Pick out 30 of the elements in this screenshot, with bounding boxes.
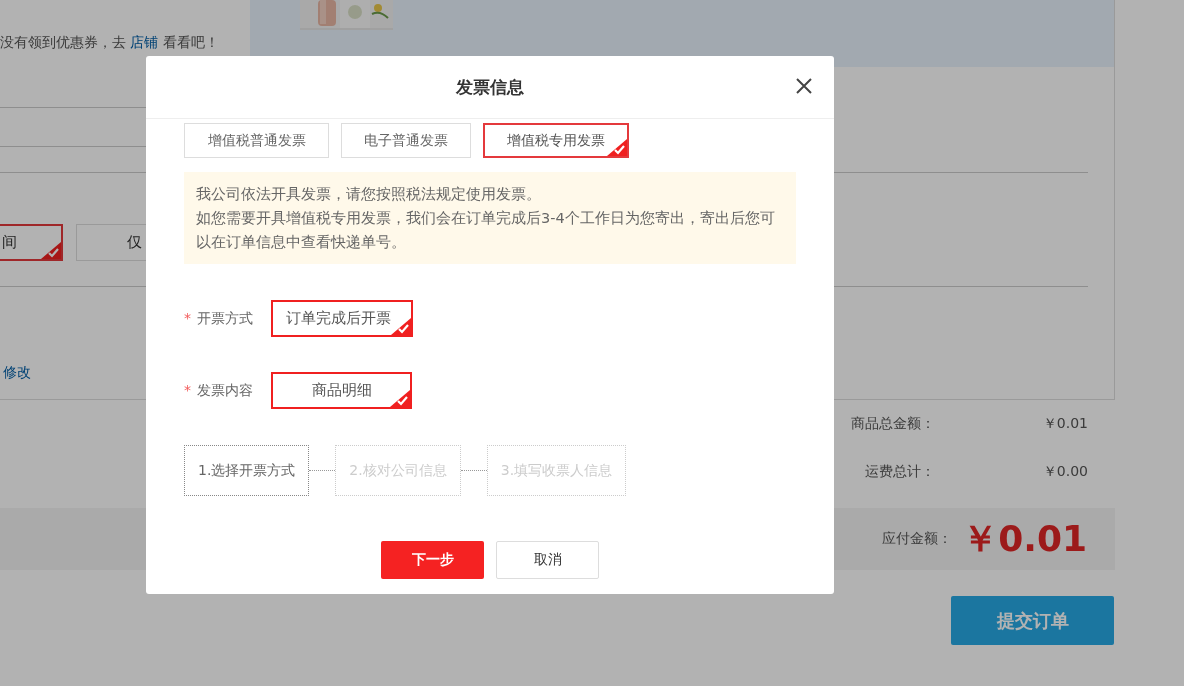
payable-amount: ￥0.01	[962, 516, 1087, 561]
field-label: 发票内容	[197, 381, 253, 398]
payable-label: 应付金额：	[882, 530, 953, 548]
notice-text: 我公司依法开具发票，请您按照税法规定使用发票。	[196, 185, 542, 204]
summary-value: ￥0.00	[1041, 463, 1088, 481]
checkmark-icon	[607, 139, 627, 156]
step-box: 1.选择开票方式	[184, 445, 310, 496]
summary-value: ￥0.01	[1041, 415, 1088, 433]
checkmark-icon	[41, 242, 61, 259]
checkmark-icon	[391, 318, 411, 335]
invoice-type-tab[interactable]: 增值税专用发票	[483, 123, 629, 158]
required-mark: *	[184, 309, 191, 326]
option-button[interactable]: 商品明细	[271, 372, 412, 409]
option-button[interactable]: 订单完成后开票	[271, 300, 413, 337]
invoice-type-tab[interactable]: 增值税普通发票	[184, 123, 329, 158]
edit-link[interactable]: 修改	[3, 364, 31, 382]
required-mark: *	[184, 381, 191, 398]
close-icon	[796, 78, 812, 94]
close-button[interactable]	[796, 78, 812, 94]
option-button[interactable]: 间	[0, 224, 63, 261]
checkmark-icon	[390, 390, 410, 407]
summary-label: 运费总计：	[865, 463, 935, 481]
field-label: 开票方式	[197, 309, 253, 326]
next-step-button[interactable]: 下一步	[381, 541, 484, 579]
summary-label: 商品总金额：	[851, 415, 935, 433]
store-link[interactable]: 店铺	[130, 34, 159, 50]
cancel-button[interactable]: 取消	[496, 541, 599, 579]
notice-text: 如您需要开具增值税专用发票，我们会在订单完成后3-4个工作日为您寄出，寄出后您可以在订单信息中查看快递单号。	[196, 209, 776, 252]
invoice-type-tab[interactable]: 电子普通发票	[341, 123, 471, 158]
dialog-title: 发票信息	[456, 75, 524, 99]
